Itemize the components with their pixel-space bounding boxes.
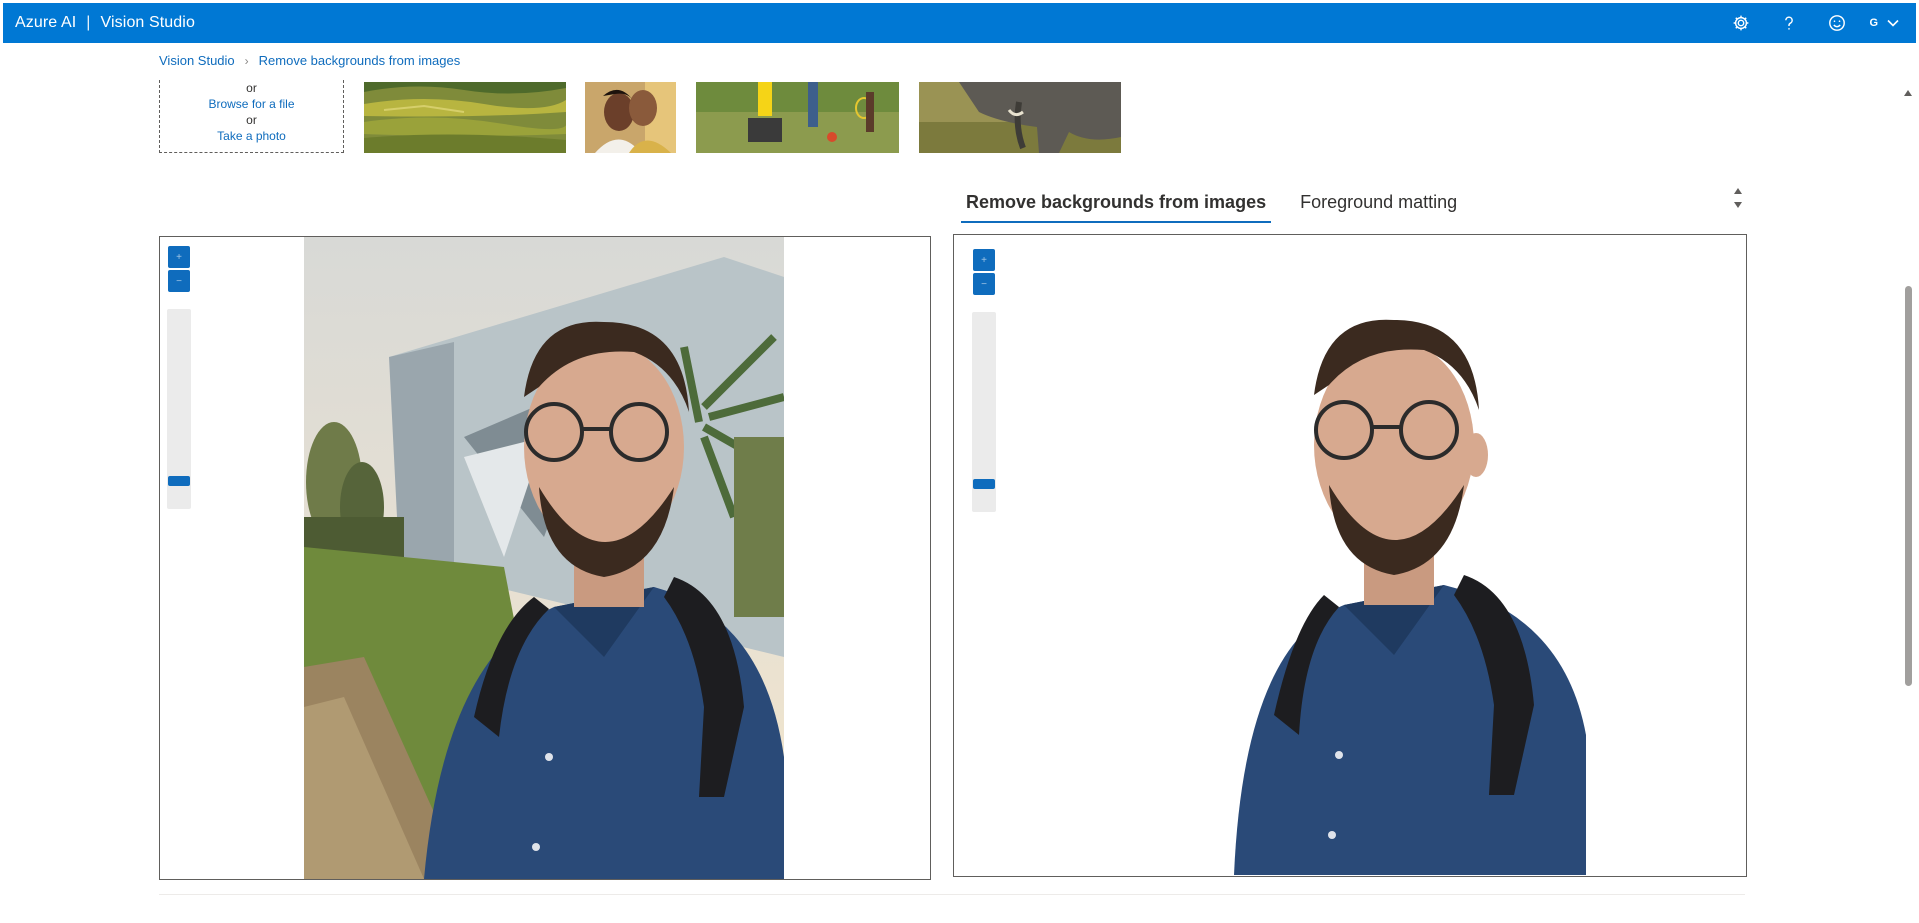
sample-image-couple[interactable]: [585, 82, 676, 153]
zoom-slider[interactable]: [167, 309, 191, 509]
breadcrumb: Vision Studio › Remove backgrounds from …: [159, 53, 460, 68]
app-title[interactable]: Azure AI | Vision Studio: [15, 14, 195, 32]
page-scrollbar[interactable]: [1903, 86, 1913, 916]
zoom-slider-thumb[interactable]: [168, 475, 190, 486]
sample-image-elephant[interactable]: [919, 82, 1121, 153]
studio-name: Vision Studio: [100, 14, 195, 31]
scroll-down-icon[interactable]: [1734, 202, 1742, 208]
top-bar: Azure AI | Vision Studio G: [3, 3, 1916, 43]
take-photo-link[interactable]: Take a photo: [160, 128, 343, 144]
breadcrumb-chevron-icon: ›: [244, 53, 249, 68]
zoom-out-button[interactable]: −: [168, 270, 190, 292]
help-icon[interactable]: [1765, 3, 1813, 43]
original-image-viewer: + −: [159, 236, 931, 880]
section-divider: [159, 894, 1745, 895]
chevron-down-icon: [1887, 19, 1899, 27]
scroll-up-icon[interactable]: [1904, 90, 1912, 96]
sample-image-landscape[interactable]: [364, 82, 566, 153]
product-name: Azure AI: [15, 14, 77, 31]
sample-image-kids-playing[interactable]: [696, 82, 899, 153]
settings-icon[interactable]: [1717, 3, 1765, 43]
tab-foreground-matting[interactable]: Foreground matting: [1295, 186, 1462, 223]
breadcrumb-vision-studio[interactable]: Vision Studio: [159, 53, 235, 68]
zoom-slider-thumb[interactable]: [973, 478, 995, 489]
upload-or-text-2: or: [246, 113, 257, 127]
zoom-in-button[interactable]: +: [973, 249, 995, 271]
upload-or-text: or: [246, 81, 257, 95]
result-tabs: Remove backgrounds from images Foregroun…: [961, 186, 1486, 223]
tab-scroll-control: [1732, 184, 1744, 216]
breadcrumb-remove-backgrounds[interactable]: Remove backgrounds from images: [259, 53, 461, 68]
zoom-in-button[interactable]: +: [168, 246, 190, 268]
background-removed-photo: [1224, 315, 1586, 875]
scroll-up-icon[interactable]: [1734, 188, 1742, 194]
user-avatar: G: [1869, 17, 1878, 29]
zoom-out-button[interactable]: −: [973, 273, 995, 295]
browse-file-link[interactable]: Browse for a file: [160, 96, 343, 112]
user-account-menu[interactable]: G: [1861, 3, 1908, 43]
feedback-smiley-icon[interactable]: [1813, 3, 1861, 43]
zoom-slider[interactable]: [972, 312, 996, 512]
upload-drop-zone[interactable]: or Browse for a file or Take a photo: [159, 80, 344, 153]
tab-remove-backgrounds[interactable]: Remove backgrounds from images: [961, 186, 1272, 223]
page-scrollbar-thumb[interactable]: [1905, 286, 1912, 686]
original-photo: [304, 237, 784, 879]
result-image-viewer: + −: [953, 234, 1747, 877]
title-separator: |: [86, 14, 91, 31]
